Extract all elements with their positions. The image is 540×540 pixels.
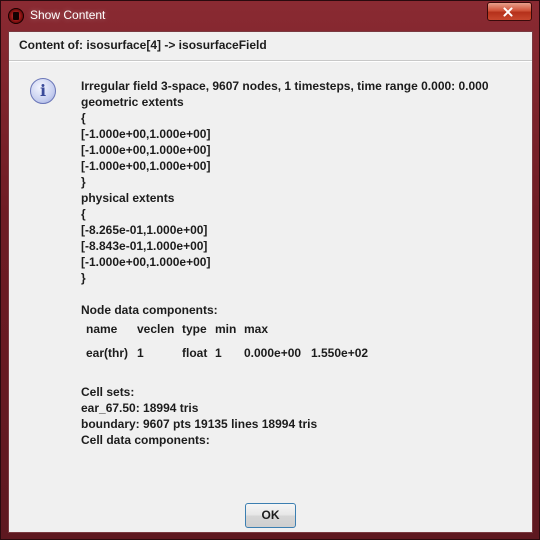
geometric-extent-z: [-1.000e+00,1.000e+00] [81, 159, 211, 173]
cell-data-components-label: Cell data components: [81, 433, 210, 447]
column-header-max: max [244, 322, 269, 336]
ok-button[interactable]: OK [245, 503, 296, 528]
brace-close: } [81, 271, 86, 285]
cell-set-boundary: boundary: 9607 pts 19135 lines 18994 tri… [81, 417, 318, 431]
node-data-components-label: Node data components: [81, 303, 218, 317]
physical-extent-y: [-8.843e-01,1.000e+00] [81, 239, 208, 253]
show-content-dialog: Show Content Content of: isosurface[4] -… [0, 0, 540, 540]
cell-set-ear: ear_67.50: 18994 tris [81, 401, 199, 415]
column-header-name: name [86, 322, 118, 336]
row-max: 1.550e+02 [311, 346, 369, 360]
title-bar[interactable]: Show Content [1, 1, 539, 31]
row-name: ear(thr) [86, 346, 129, 360]
physical-extent-x: [-8.265e-01,1.000e+00] [81, 223, 208, 237]
brace-open: { [81, 111, 86, 125]
app-icon [8, 8, 24, 24]
field-info-text: Irregular field 3-space, 9607 nodes, 1 t… [81, 78, 521, 318]
geometric-extent-y: [-1.000e+00,1.000e+00] [81, 143, 211, 157]
column-header-min: min [215, 322, 237, 336]
physical-extents-label: physical extents [81, 191, 175, 205]
content-of-label: Content of: isosurface[4] -> isosurfaceF… [19, 38, 267, 52]
column-header-veclen: veclen [137, 322, 175, 336]
dialog-content: Content of: isosurface[4] -> isosurfaceF… [8, 31, 533, 533]
header-separator [9, 60, 532, 62]
row-veclen: 1 [137, 346, 144, 360]
brace-close: } [81, 175, 86, 189]
window-title: Show Content [30, 8, 106, 22]
geometric-extent-x: [-1.000e+00,1.000e+00] [81, 127, 211, 141]
cell-sets-label: Cell sets: [81, 385, 135, 399]
geometric-extents-label: geometric extents [81, 95, 184, 109]
info-icon: i [30, 78, 56, 104]
brace-open: { [81, 207, 86, 221]
cell-sets-info: Cell sets: ear_67.50: 18994 tris boundar… [81, 384, 317, 448]
physical-extent-z: [-1.000e+00,1.000e+00] [81, 255, 211, 269]
row-veclen-count: 1 [215, 346, 222, 360]
info-summary: Irregular field 3-space, 9607 nodes, 1 t… [81, 79, 489, 93]
close-button[interactable] [487, 2, 532, 21]
row-min: 0.000e+00 [244, 346, 302, 360]
column-header-type: type [182, 322, 207, 336]
row-type: float [182, 346, 208, 360]
